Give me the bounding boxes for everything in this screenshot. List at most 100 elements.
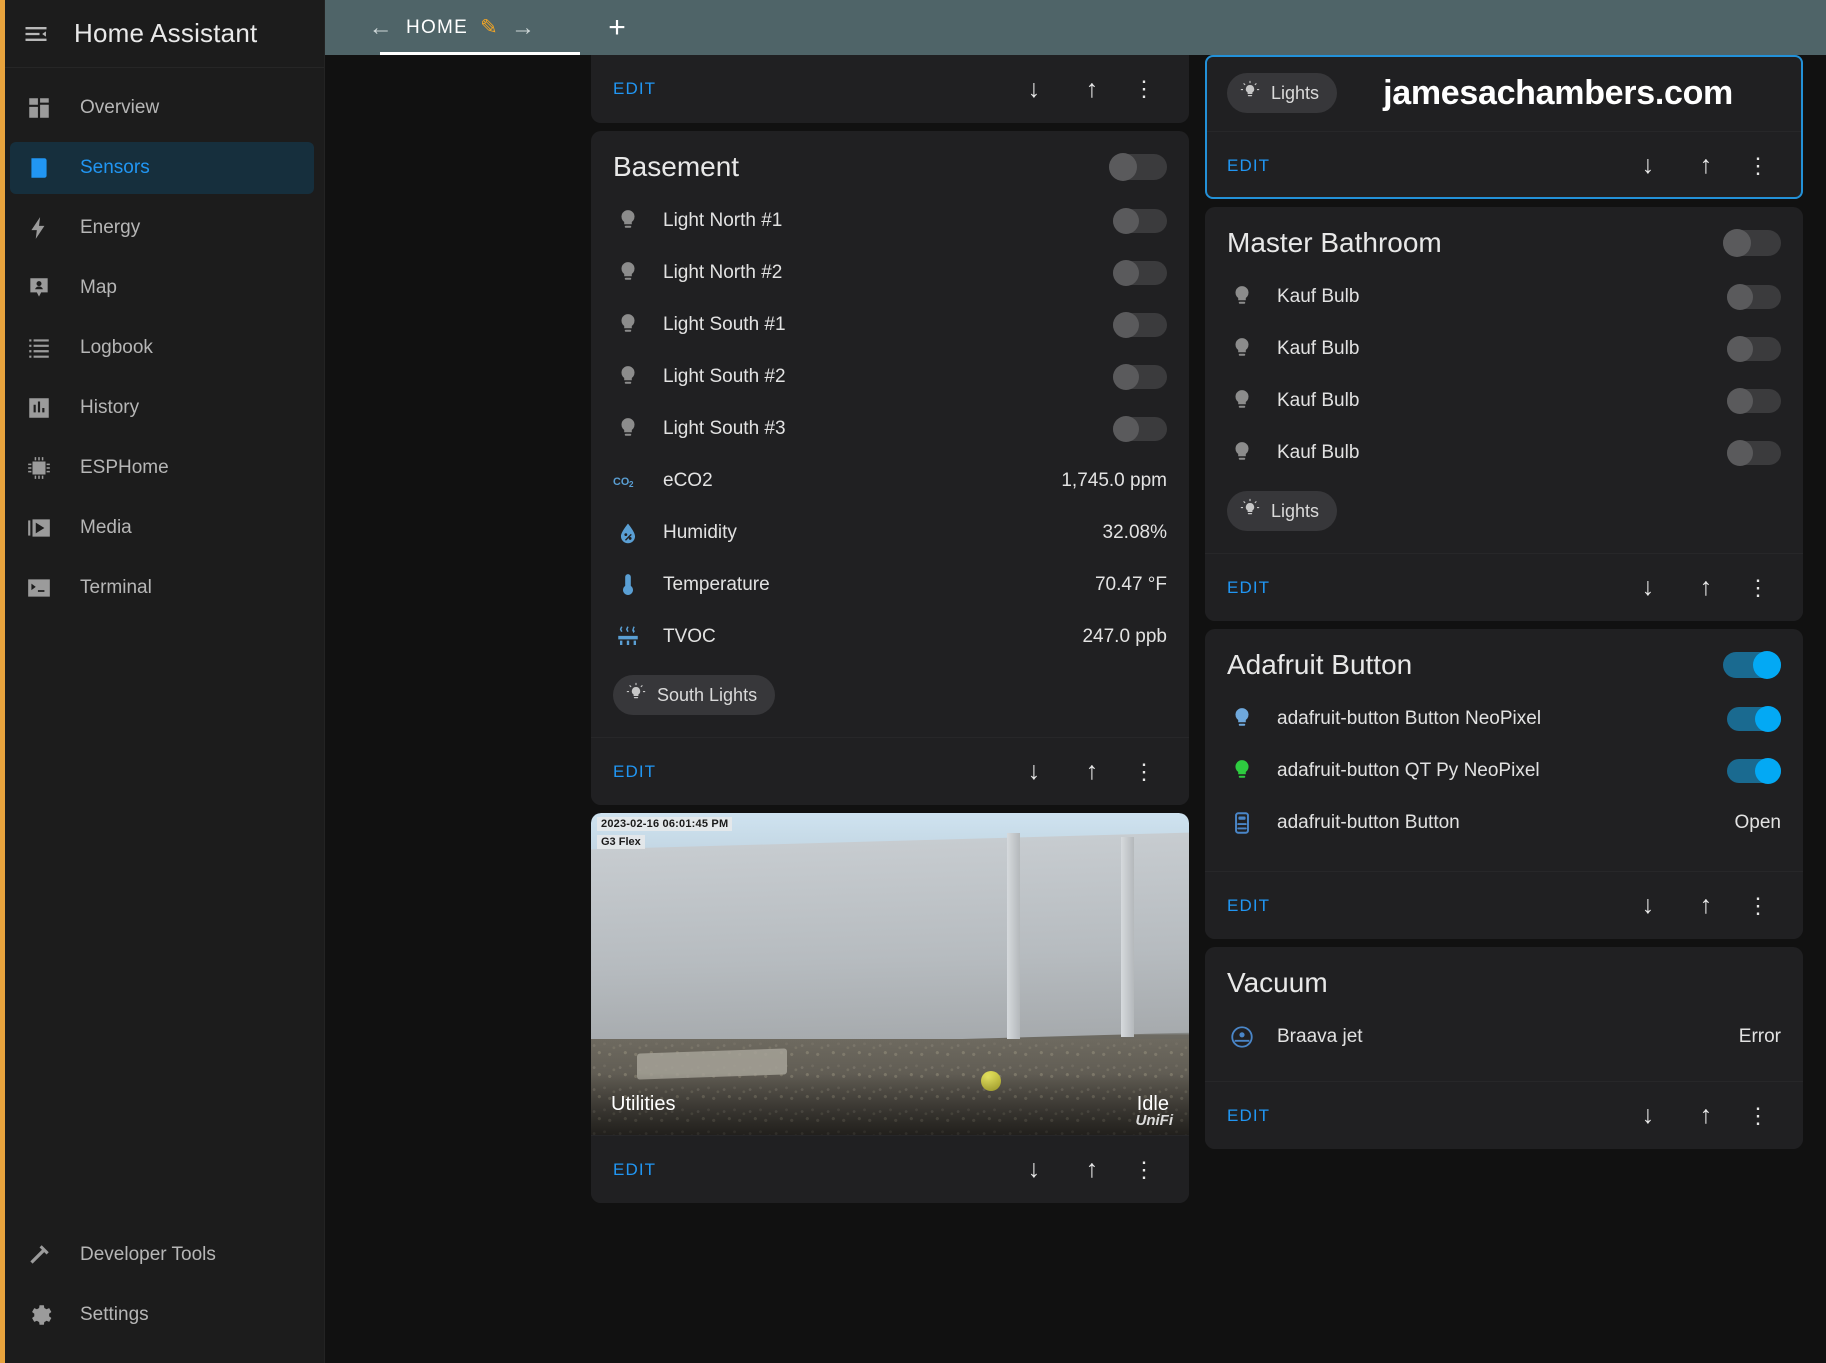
arrow-down-icon[interactable]: ↓ [1619, 1101, 1677, 1130]
basement-master-toggle[interactable] [1109, 153, 1167, 181]
arrow-up-icon[interactable]: ↑ [1677, 151, 1735, 180]
arrow-right-icon[interactable]: → [511, 14, 536, 42]
edit-button[interactable]: EDIT [613, 1160, 656, 1180]
arrow-up-icon[interactable]: ↑ [1677, 573, 1735, 602]
camera-feed[interactable]: 2023-02-16 06:01:45 PM G3 Flex Utilities… [591, 813, 1189, 1135]
row-tvoc[interactable]: TVOC 247.0 ppb [591, 611, 1189, 663]
camera-overlay-footer: Utilities Idle [591, 1073, 1189, 1135]
card-title: Basement [613, 151, 740, 182]
row-toggle[interactable] [1113, 312, 1167, 338]
edit-button[interactable]: EDIT [1227, 896, 1270, 916]
row-label: TVOC [663, 626, 716, 647]
sidebar-item-overview[interactable]: Overview [10, 82, 314, 134]
home-assistant-app: Home Assistant Overview Sensors Energy M… [0, 0, 1826, 1363]
row-toggle[interactable] [1727, 440, 1781, 466]
view-dashboard-icon [24, 93, 54, 123]
row-kauf-bulb-4[interactable]: Kauf Bulb [1205, 427, 1803, 479]
edit-button[interactable]: EDIT [613, 79, 656, 99]
sidebar-item-history[interactable]: History [10, 382, 314, 434]
row-toggle[interactable] [1727, 388, 1781, 414]
dots-vertical-icon[interactable]: ⋮ [1735, 893, 1781, 919]
row-humidity[interactable]: Humidity 32.08% [591, 507, 1189, 559]
sidebar-item-esphome[interactable]: ESPHome [10, 442, 314, 494]
sidebar: Home Assistant Overview Sensors Energy M… [0, 0, 325, 1363]
edit-button[interactable]: EDIT [613, 762, 656, 782]
edit-button[interactable]: EDIT [1227, 1106, 1270, 1126]
sidebar-item-media[interactable]: Media [10, 502, 314, 554]
row-light-south-2[interactable]: Light South #2 [591, 351, 1189, 403]
row-light-north-1[interactable]: Light North #1 [591, 195, 1189, 247]
arrow-down-icon[interactable]: ↓ [1619, 151, 1677, 180]
sidebar-item-settings[interactable]: Settings [10, 1289, 314, 1341]
arrow-down-icon[interactable]: ↓ [1005, 757, 1063, 786]
dots-vertical-icon[interactable]: ⋮ [1121, 76, 1167, 102]
dots-vertical-icon[interactable]: ⋮ [1121, 1157, 1167, 1183]
dots-vertical-icon[interactable]: ⋮ [1735, 1103, 1781, 1129]
arrow-down-icon[interactable]: ↓ [1619, 573, 1677, 602]
row-kauf-bulb-3[interactable]: Kauf Bulb [1205, 375, 1803, 427]
edit-button[interactable]: EDIT [1227, 578, 1270, 598]
row-light-north-2[interactable]: Light North #2 [591, 247, 1189, 299]
card-banner[interactable]: Lights jamesachambers.com EDIT ↓ ↑ ⋮ [1205, 55, 1803, 199]
chip-lights[interactable]: Lights [1227, 73, 1338, 113]
arrow-down-icon[interactable]: ↓ [1619, 891, 1677, 920]
add-tab-button[interactable]: + [580, 0, 654, 55]
arrow-left-icon[interactable]: ← [369, 14, 394, 42]
pencil-icon[interactable]: ✎ [480, 15, 499, 40]
row-value: 32.08% [1102, 522, 1167, 543]
row-kauf-bulb-1[interactable]: Kauf Bulb [1205, 271, 1803, 323]
row-label: Light South #3 [663, 418, 786, 439]
sidebar-item-logbook[interactable]: Logbook [10, 322, 314, 374]
app-title: Home Assistant [74, 18, 258, 48]
row-toggle[interactable] [1113, 208, 1167, 234]
chip-lights[interactable]: Lights [1227, 491, 1338, 531]
row-toggle[interactable] [1113, 416, 1167, 442]
row-toggle[interactable] [1113, 364, 1167, 390]
row-toggle[interactable] [1727, 284, 1781, 310]
row-toggle[interactable] [1727, 706, 1781, 732]
row-adafruit-qt-py-neopixel[interactable]: adafruit-button QT Py NeoPixel [1205, 745, 1803, 797]
row-value: 70.47 °F [1094, 574, 1167, 595]
sidebar-item-developer-tools[interactable]: Developer Tools [10, 1229, 314, 1281]
tab-home[interactable]: ← HOME ✎ → [325, 0, 580, 55]
arrow-up-icon[interactable]: ↑ [1063, 757, 1121, 786]
row-adafruit-button-neopixel[interactable]: adafruit-button Button NeoPixel [1205, 693, 1803, 745]
row-kauf-bulb-2[interactable]: Kauf Bulb [1205, 323, 1803, 375]
sidebar-item-map[interactable]: Map [10, 262, 314, 314]
arrow-up-icon[interactable]: ↑ [1677, 891, 1735, 920]
dots-vertical-icon[interactable]: ⋮ [1735, 153, 1781, 179]
fence-post [1121, 837, 1134, 1037]
row-temperature[interactable]: Temperature 70.47 °F [591, 559, 1189, 611]
row-braava-jet[interactable]: Braava jet Error [1205, 1011, 1803, 1063]
row-toggle[interactable] [1727, 336, 1781, 362]
sidebar-item-sensors[interactable]: Sensors [10, 142, 314, 194]
row-toggle[interactable] [1727, 758, 1781, 784]
arrow-up-icon[interactable]: ↑ [1677, 1101, 1735, 1130]
lightbulb-icon [1227, 386, 1257, 416]
chip-label: Lights [1271, 82, 1320, 103]
water-percent-icon [613, 518, 643, 548]
row-adafruit-button[interactable]: adafruit-button Button Open [1205, 797, 1803, 849]
dots-vertical-icon[interactable]: ⋮ [1735, 575, 1781, 601]
map-marker-account-icon [24, 273, 54, 303]
camera-timestamp: 2023-02-16 06:01:45 PM [597, 817, 733, 831]
arrow-up-icon[interactable]: ↑ [1063, 75, 1121, 104]
dots-vertical-icon[interactable]: ⋮ [1121, 759, 1167, 785]
row-label: Humidity [663, 522, 737, 543]
sidebar-item-label: ESPHome [80, 457, 169, 478]
master-bathroom-master-toggle[interactable] [1723, 229, 1781, 257]
row-light-south-3[interactable]: Light South #3 [591, 403, 1189, 455]
arrow-down-icon[interactable]: ↓ [1005, 1155, 1063, 1184]
adafruit-master-toggle[interactable] [1723, 651, 1781, 679]
arrow-down-icon[interactable]: ↓ [1005, 75, 1063, 104]
chip-south-lights[interactable]: South Lights [613, 675, 776, 715]
sidebar-item-terminal[interactable]: Terminal [10, 562, 314, 614]
arrow-up-icon[interactable]: ↑ [1063, 1155, 1121, 1184]
format-list-bulleted-icon [24, 333, 54, 363]
sidebar-item-energy[interactable]: Energy [10, 202, 314, 254]
row-toggle[interactable] [1113, 260, 1167, 286]
menu-collapse-icon[interactable] [22, 19, 52, 49]
row-light-south-1[interactable]: Light South #1 [591, 299, 1189, 351]
edit-button[interactable]: EDIT [1227, 156, 1270, 176]
row-eco2[interactable]: CO 2 eCO2 1,745.0 ppm [591, 455, 1189, 507]
